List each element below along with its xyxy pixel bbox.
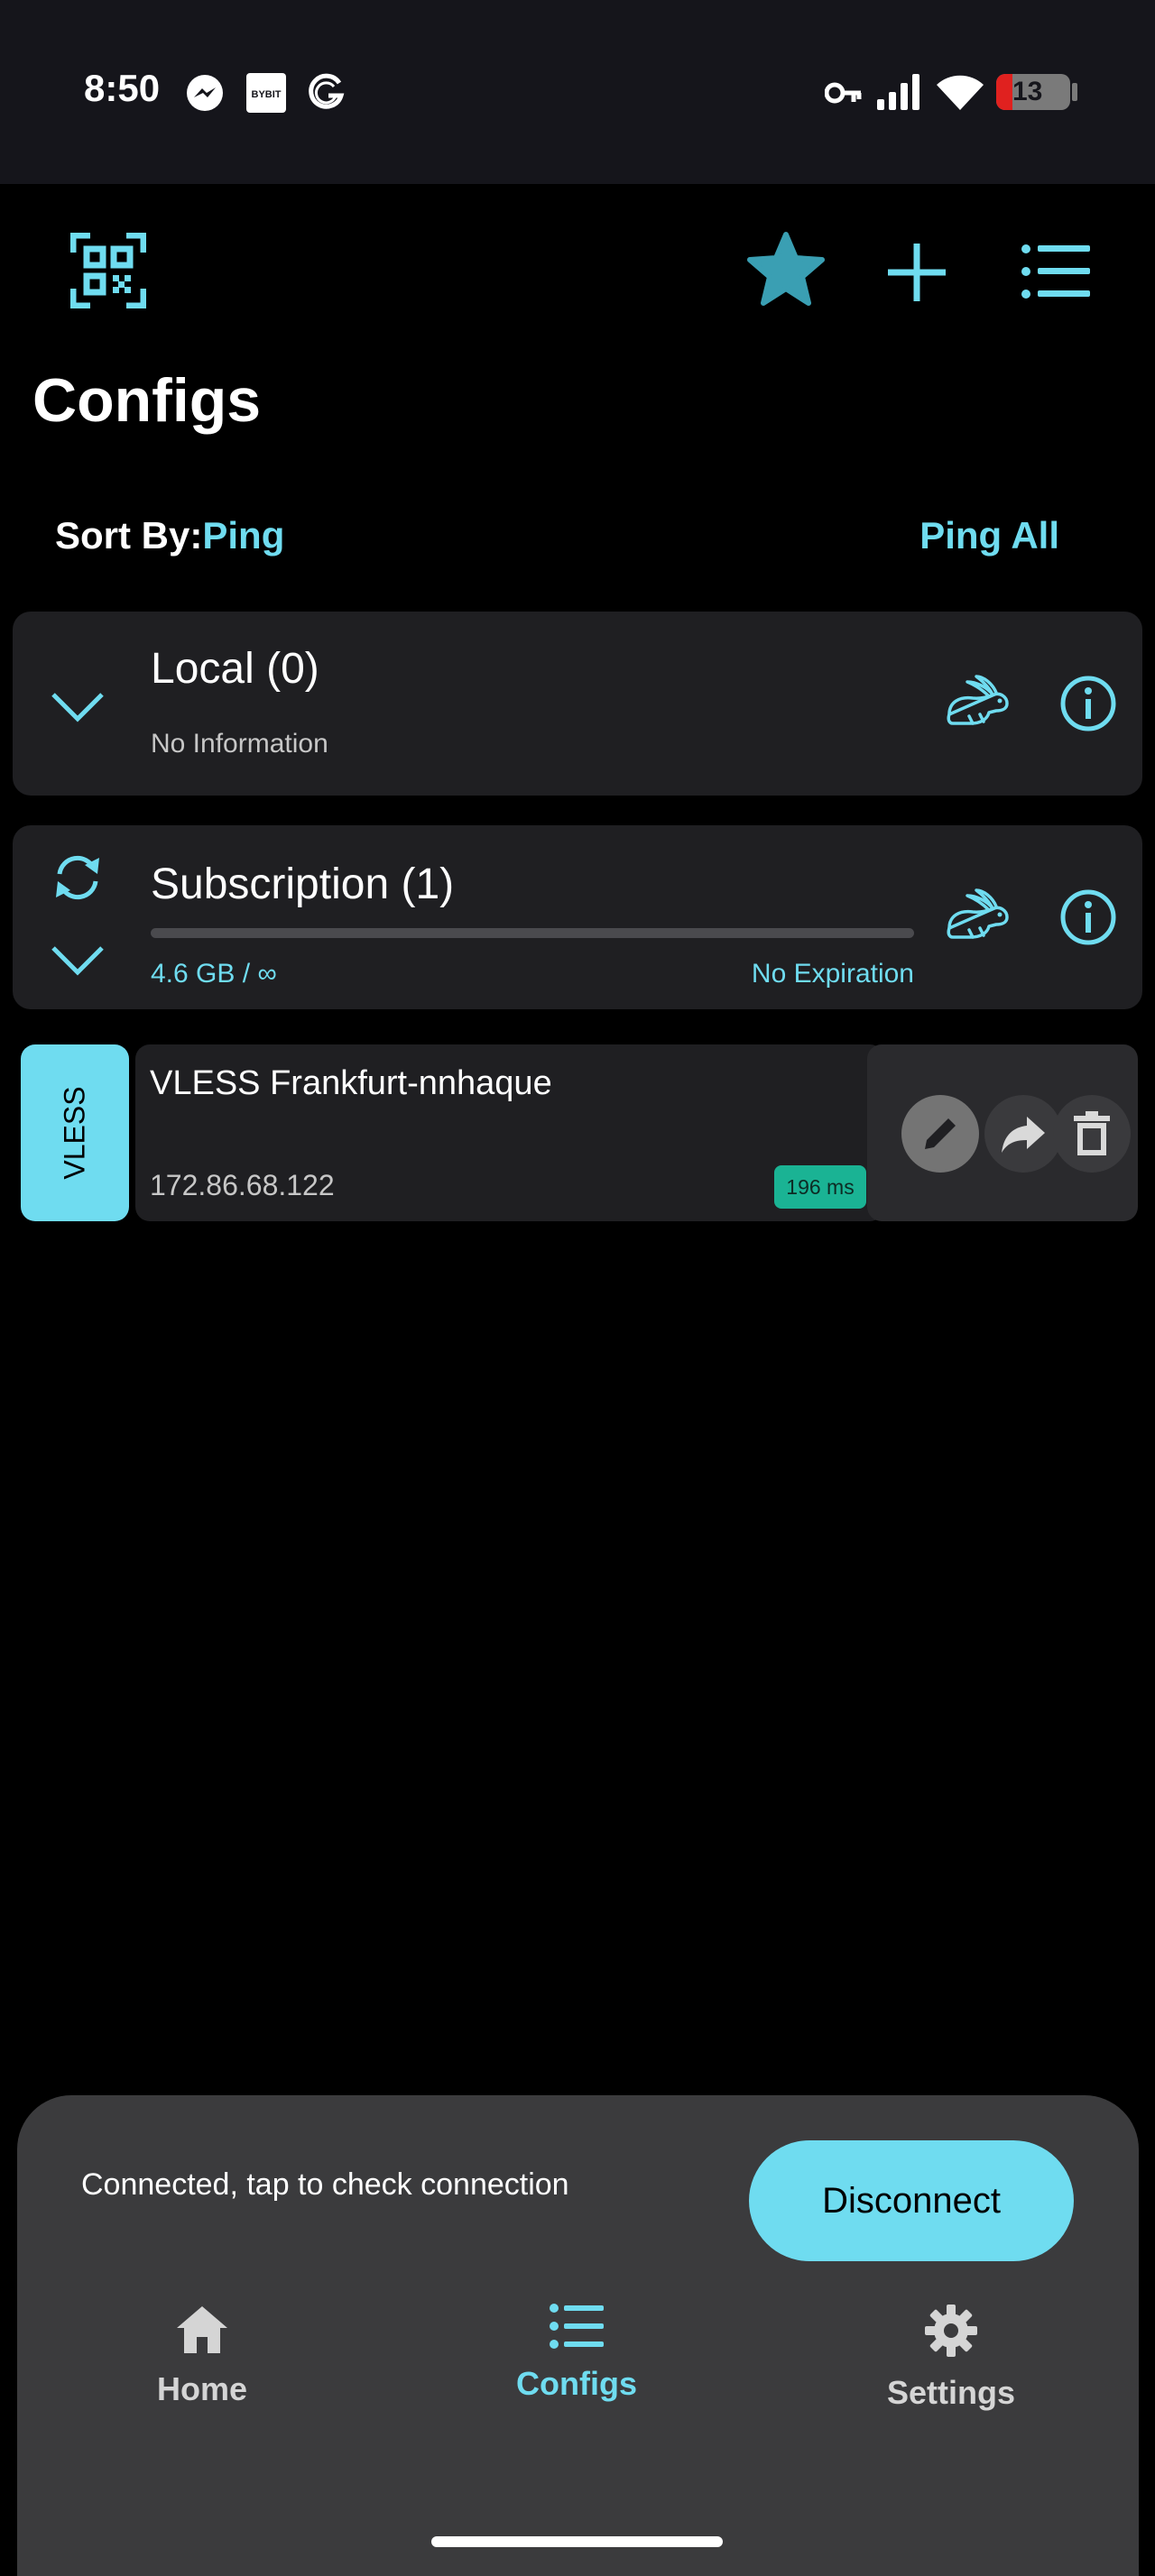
gear-icon [925, 2305, 977, 2357]
config-actions [867, 1044, 1138, 1221]
info-icon[interactable] [1059, 675, 1117, 732]
share-arrow-icon [1002, 1117, 1045, 1153]
nav-configs[interactable]: Configs [441, 2303, 712, 2438]
bybit-icon: BYBIT [246, 73, 286, 113]
home-indicator[interactable] [431, 2536, 723, 2547]
pencil-icon [925, 1118, 956, 1149]
list-icon [550, 2304, 604, 2349]
edit-button[interactable] [901, 1095, 979, 1173]
status-bar: 8:50 BYBIT 13 [0, 0, 1155, 184]
group-subscription[interactable]: Subscription (1) 4.6 GB / ∞ No Expiratio… [13, 825, 1142, 1009]
home-icon [177, 2306, 227, 2353]
list-icon[interactable] [1021, 244, 1090, 299]
rabbit-icon[interactable] [944, 675, 1012, 729]
expiration-text: No Expiration [751, 959, 914, 989]
page-title: Configs [32, 366, 262, 435]
battery-icon: 13 [996, 74, 1070, 110]
disconnect-button[interactable]: Disconnect [749, 2140, 1074, 2261]
trash-icon [1074, 1111, 1110, 1155]
vpn-key-icon [825, 82, 862, 104]
battery-tip [1072, 83, 1077, 101]
sort-value[interactable]: Ping [202, 514, 284, 557]
chevron-down-icon[interactable] [51, 944, 105, 977]
nav-settings[interactable]: Settings [816, 2303, 1086, 2438]
protocol-tab: VLESS [21, 1044, 129, 1221]
group-title: Subscription (1) [151, 860, 455, 908]
ping-all-button[interactable]: Ping All [919, 514, 1059, 557]
ping-badge: 196 ms [774, 1165, 866, 1209]
group-local[interactable]: Local (0) No Information [13, 612, 1142, 796]
share-button[interactable] [984, 1095, 1062, 1173]
info-icon[interactable] [1059, 888, 1117, 946]
group-title: Local (0) [151, 645, 319, 693]
chevron-down-icon[interactable] [51, 691, 105, 723]
nav-configs-label: Configs [516, 2365, 637, 2402]
config-item[interactable]: VLESS VLESS Frankfurt-nnhaque 172.86.68.… [21, 1044, 1138, 1221]
qr-scan-icon[interactable] [70, 233, 146, 308]
grammarly-icon [309, 73, 345, 109]
delete-button[interactable] [1053, 1095, 1131, 1173]
sort-control[interactable]: Sort By:Ping [55, 514, 284, 557]
config-name: VLESS Frankfurt-nnhaque [150, 1064, 552, 1102]
sort-label: Sort By: [55, 514, 203, 557]
add-icon[interactable] [886, 242, 947, 303]
bottom-sheet: Connected, tap to check connection Disco… [17, 2095, 1139, 2576]
nav-home[interactable]: Home [67, 2303, 337, 2438]
group-subtitle: No Information [151, 729, 328, 759]
protocol-label: VLESS [58, 1086, 91, 1180]
config-body[interactable]: VLESS Frankfurt-nnhaque 172.86.68.122 19… [135, 1044, 884, 1221]
nav-home-label: Home [156, 2370, 248, 2407]
usage-text: 4.6 GB / ∞ [151, 959, 277, 989]
status-time: 8:50 [84, 67, 161, 109]
config-address: 172.86.68.122 [150, 1169, 335, 1201]
signal-icon [877, 74, 919, 110]
messenger-icon [187, 75, 223, 111]
connection-status[interactable]: Connected, tap to check connection [81, 2167, 569, 2203]
refresh-icon[interactable] [52, 852, 103, 903]
rabbit-icon[interactable] [944, 888, 1012, 943]
wifi-icon [937, 75, 984, 110]
star-icon[interactable] [745, 231, 827, 308]
usage-progress-bar [151, 928, 914, 938]
nav-settings-label: Settings [886, 2374, 1015, 2411]
svg-text:BYBIT: BYBIT [252, 89, 282, 100]
